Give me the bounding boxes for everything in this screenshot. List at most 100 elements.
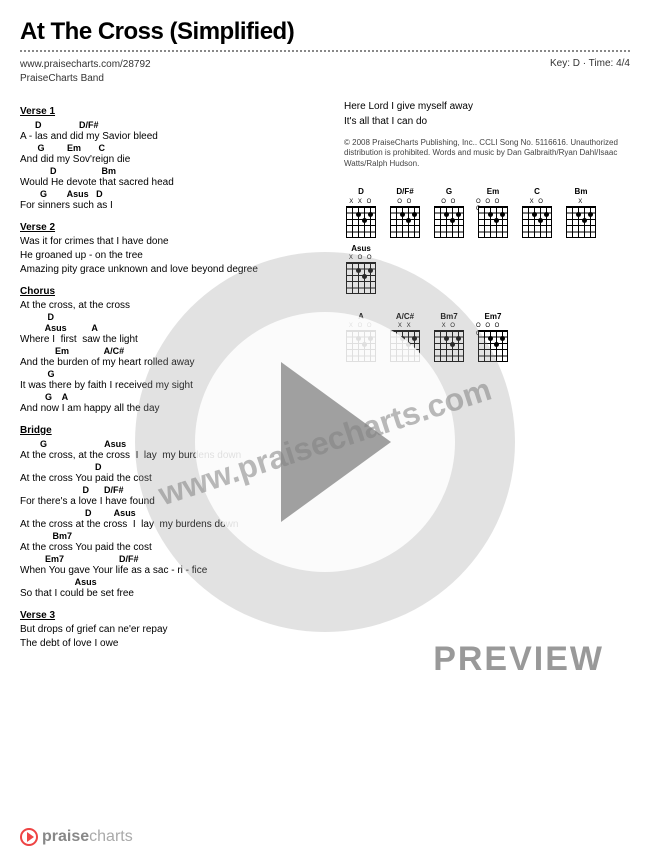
fretboard-grid (522, 206, 552, 238)
lyric-row: Amazing pity grace unknown and love beyo… (20, 264, 320, 276)
lyrics-column: Verse 1 D D/F# A - las and did my Savior … (20, 100, 320, 660)
chord-diagram: Em7O O O O (476, 312, 510, 362)
fretboard-grid (390, 206, 420, 238)
fretboard-grid (346, 206, 376, 238)
fretboard-grid (390, 330, 420, 362)
chord-diagram-label: Em (487, 187, 499, 197)
chord-mute-row: X X (398, 323, 412, 330)
lyric-row: At the cross, at the cross (20, 300, 320, 312)
chord-diagram: D/F# O O (388, 187, 422, 237)
chord-row: Asus A (20, 323, 320, 334)
divider-top (20, 50, 630, 52)
lyric-row: At the cross You paid the cost (20, 542, 320, 554)
lyric-row: It was there by faith I received my sigh… (20, 380, 320, 392)
fretboard-grid (434, 330, 464, 362)
chord-mute-row: X O O (349, 255, 373, 262)
lyric-row: When You gave Your life as a sac - ri - … (20, 565, 320, 577)
chord-row: D (20, 312, 320, 323)
fretboard-grid (478, 206, 508, 238)
chord-row: Em7 D/F# (20, 554, 320, 565)
right-column: Here Lord I give myself away It's all tha… (344, 100, 630, 660)
chord-row: Em A/C# (20, 346, 320, 357)
chord-mute-row: O O O O (476, 199, 510, 206)
chord-row: G Em C (20, 143, 320, 154)
chord-diagram-label: A/C# (396, 312, 414, 322)
fretboard-grid (434, 206, 464, 238)
chord-mute-row: O O (397, 199, 413, 206)
copyright-text: © 2008 PraiseCharts Publishing, Inc.. CC… (344, 138, 630, 169)
chord-diagram: G O O (432, 187, 466, 237)
lyric-row: So that I could be set free (20, 588, 320, 600)
chord-mute-row: O O (441, 199, 457, 206)
chord-diagram: AX O O (344, 312, 378, 362)
play-circle-icon (20, 828, 38, 846)
lyric-row: He groaned up - on the tree (20, 250, 320, 262)
chord-diagram-row: AX O O A/C#X X Bm7X O Em7O O O O (344, 312, 630, 362)
lyric-row: Would He devote that sacred head (20, 177, 320, 189)
verse3-heading: Verse 3 (20, 610, 320, 622)
lyric-row: Was it for crimes that I have done (20, 236, 320, 248)
artist-name: PraiseCharts Band (20, 72, 151, 86)
lyric-row: It's all that I can do (344, 115, 630, 128)
lyric-row: For sinners such as I (20, 200, 320, 212)
page-title: At The Cross (Simplified) (20, 18, 630, 46)
chorus-heading: Chorus (20, 286, 320, 298)
lyric-row: And now I am happy all the day (20, 403, 320, 415)
fretboard-grid (346, 330, 376, 362)
chord-row: G Asus (20, 439, 320, 450)
chord-diagram: D X X O (344, 187, 378, 237)
chord-diagram-label: D (358, 187, 364, 197)
chord-diagram-row: DX X OD/F# O OG O OEmO O O OCX OBmXAsusX… (344, 187, 630, 294)
footer-logo: praisecharts (20, 828, 133, 846)
chord-row: D D/F# (20, 485, 320, 496)
chord-diagram-label: A (358, 312, 364, 322)
lyric-row: Where I first saw the light (20, 334, 320, 346)
chord-diagram-label: Bm7 (440, 312, 457, 322)
chord-mute-row: X (578, 199, 584, 206)
lyric-row: But drops of grief can ne'er repay (20, 624, 320, 636)
chord-diagram-label: D/F# (396, 187, 413, 197)
chord-diagram: Bm X (564, 187, 598, 237)
chord-diagram: AsusX O O (344, 244, 378, 294)
chord-diagram: Bm7X O (432, 312, 466, 362)
chord-mute-row: X O (530, 199, 545, 206)
source-url: www.praisecharts.com/28792 (20, 58, 151, 72)
lyric-row: For there's a love I have found (20, 496, 320, 508)
chord-row: G Asus D (20, 189, 320, 200)
lyric-row: The debt of love I owe (20, 638, 320, 650)
lyric-row: A - las and did my Savior bleed (20, 131, 320, 143)
chord-row: G A (20, 392, 320, 403)
chord-diagram-label: C (534, 187, 540, 197)
chord-diagram: C X O (520, 187, 554, 237)
fretboard-grid (346, 262, 376, 294)
lyric-row: At the cross, at the cross I lay my burd… (20, 450, 320, 462)
chord-row: D Bm (20, 166, 320, 177)
chord-row: Bm7 (20, 531, 320, 542)
chord-diagram-label: Em7 (485, 312, 502, 322)
bridge-heading: Bridge (20, 425, 320, 437)
lyric-row: And did my Sov'reign die (20, 154, 320, 166)
chord-mute-row: X X O (349, 199, 373, 206)
verse2-heading: Verse 2 (20, 222, 320, 234)
footer-brand-light: charts (89, 828, 133, 845)
meta-row: www.praisecharts.com/28792 PraiseCharts … (20, 58, 630, 86)
lyric-row: At the cross You paid the cost (20, 473, 320, 485)
chord-mute-row: X O O (349, 323, 373, 330)
key-time: Key: D · Time: 4/4 (550, 58, 630, 86)
verse1-heading: Verse 1 (20, 106, 320, 118)
chord-row: D (20, 462, 320, 473)
chord-diagram: Em O O O O (476, 187, 510, 237)
chord-diagram-label: Asus (351, 244, 371, 254)
chord-diagram-label: Bm (575, 187, 588, 197)
chord-row: Asus (20, 577, 320, 588)
chord-row: G (20, 369, 320, 380)
chord-row: D Asus (20, 508, 320, 519)
chord-mute-row: X O (442, 323, 457, 330)
fretboard-grid (566, 206, 596, 238)
chord-diagram-label: G (446, 187, 452, 197)
lyric-row: At the cross at the cross I lay my burde… (20, 519, 320, 531)
chord-mute-row: O O O O (476, 323, 510, 330)
lyric-row: And the burden of my heart rolled away (20, 357, 320, 369)
fretboard-grid (478, 330, 508, 362)
lyric-row: Here Lord I give myself away (344, 100, 630, 113)
